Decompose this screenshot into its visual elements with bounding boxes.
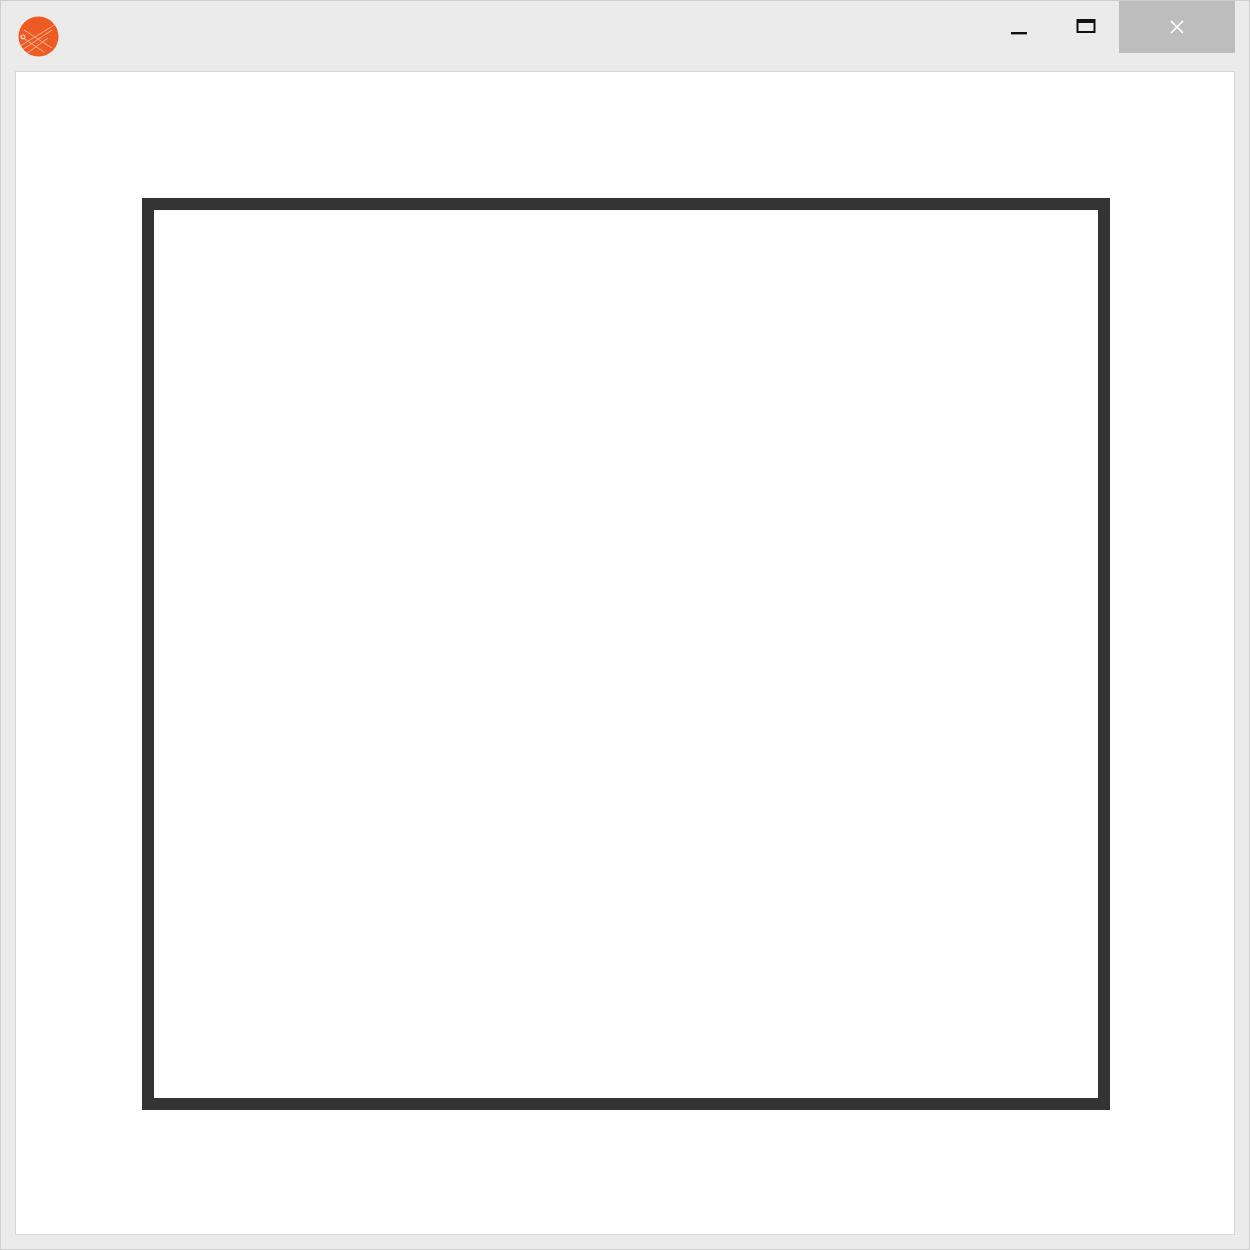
square-outline [142,198,1110,1110]
close-icon [1170,20,1184,34]
maximize-icon [1076,19,1095,33]
app-window [0,0,1250,1250]
maximize-button[interactable] [1052,1,1119,53]
canvas-area[interactable] [15,71,1235,1235]
close-button[interactable] [1119,1,1235,53]
title-bar[interactable] [1,1,1249,71]
app-logo-icon [18,16,59,57]
minimize-icon [1010,32,1027,35]
minimize-button[interactable] [985,1,1052,53]
